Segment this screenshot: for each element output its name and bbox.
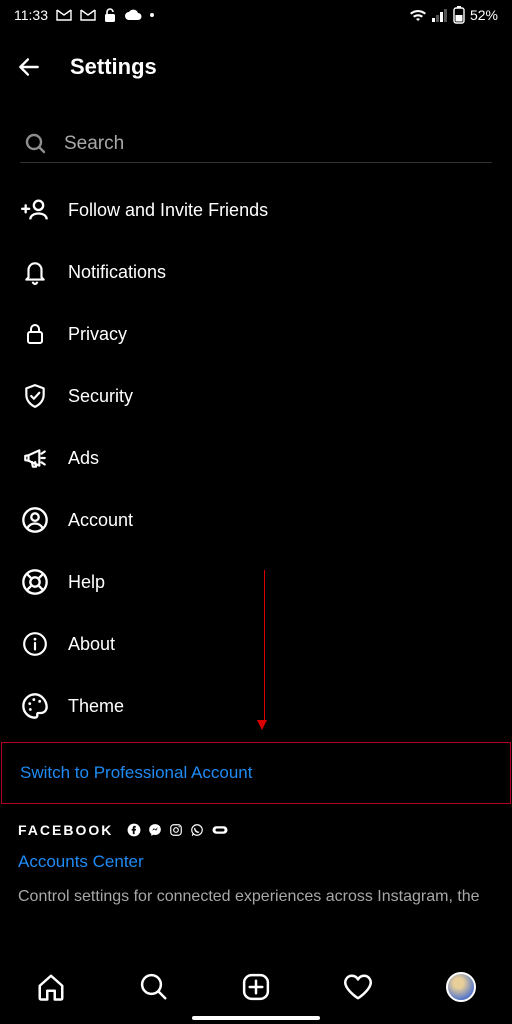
oculus-icon — [211, 824, 229, 836]
page-title: Settings — [70, 54, 157, 80]
signal-icon — [432, 9, 448, 22]
nav-home[interactable] — [33, 969, 69, 1005]
nav-new-post[interactable] — [238, 969, 274, 1005]
row-notifications[interactable]: Notifications — [0, 241, 512, 303]
row-privacy[interactable]: Privacy — [0, 303, 512, 365]
row-label: Help — [68, 572, 105, 593]
bottom-nav — [0, 946, 512, 1024]
bell-icon — [20, 257, 50, 287]
search-icon — [24, 132, 48, 156]
row-label: Theme — [68, 696, 124, 717]
unlock-icon — [104, 8, 116, 23]
status-time: 11:33 — [14, 7, 48, 23]
facebook-brand: FACEBOOK — [18, 822, 113, 838]
status-battery: 52% — [470, 7, 498, 23]
home-indicator — [192, 1016, 320, 1020]
row-ads[interactable]: Ads — [0, 427, 512, 489]
row-theme[interactable]: Theme — [0, 675, 512, 737]
status-bar: 11:33 52% — [0, 0, 512, 26]
lock-icon — [20, 319, 50, 349]
nav-activity[interactable] — [340, 969, 376, 1005]
back-arrow-icon[interactable] — [16, 54, 42, 80]
facebook-brand-row: FACEBOOK — [18, 822, 494, 838]
switch-professional-link[interactable]: Switch to Professional Account — [20, 763, 252, 782]
gmail-icon — [80, 9, 96, 21]
status-right: 52% — [409, 6, 498, 24]
avatar — [446, 972, 476, 1002]
help-icon — [20, 567, 50, 597]
instagram-icon — [169, 823, 183, 837]
row-about[interactable]: About — [0, 613, 512, 675]
gmail-icon — [56, 9, 72, 21]
heart-icon — [342, 972, 374, 1002]
facebook-product-icons — [127, 823, 229, 837]
battery-icon — [453, 6, 465, 24]
search-icon — [139, 972, 169, 1002]
messenger-icon — [148, 823, 162, 837]
megaphone-icon — [20, 443, 50, 473]
search-field[interactable] — [20, 132, 492, 163]
home-icon — [36, 972, 66, 1002]
facebook-section: FACEBOOK Accounts Center Control setting… — [0, 808, 512, 908]
row-label: Notifications — [68, 262, 166, 283]
shield-icon — [20, 381, 50, 411]
annotation-arrow — [261, 570, 267, 730]
row-label: About — [68, 634, 115, 655]
row-label: Security — [68, 386, 133, 407]
nav-search[interactable] — [136, 969, 172, 1005]
plus-square-icon — [241, 972, 271, 1002]
info-icon — [20, 629, 50, 659]
row-security[interactable]: Security — [0, 365, 512, 427]
row-label: Privacy — [68, 324, 127, 345]
palette-icon — [20, 691, 50, 721]
facebook-icon — [127, 823, 141, 837]
row-follow-invite[interactable]: Follow and Invite Friends — [0, 179, 512, 241]
account-icon — [20, 505, 50, 535]
dot-icon — [150, 13, 154, 17]
status-left: 11:33 — [14, 7, 154, 23]
row-label: Follow and Invite Friends — [68, 200, 268, 221]
accounts-center-description: Control settings for connected experienc… — [18, 886, 494, 908]
row-label: Ads — [68, 448, 99, 469]
header: Settings — [0, 26, 512, 88]
settings-list: Follow and Invite Friends Notifications … — [0, 179, 512, 737]
nav-profile[interactable] — [443, 969, 479, 1005]
row-help[interactable]: Help — [0, 551, 512, 613]
accounts-center-link[interactable]: Accounts Center — [18, 852, 494, 872]
switch-pro-highlight: Switch to Professional Account — [1, 742, 511, 804]
row-label: Account — [68, 510, 133, 531]
whatsapp-icon — [190, 823, 204, 837]
wifi-icon — [409, 8, 427, 22]
row-account[interactable]: Account — [0, 489, 512, 551]
cloud-icon — [124, 9, 142, 21]
follow-invite-icon — [20, 195, 50, 225]
search-input[interactable] — [64, 133, 490, 155]
